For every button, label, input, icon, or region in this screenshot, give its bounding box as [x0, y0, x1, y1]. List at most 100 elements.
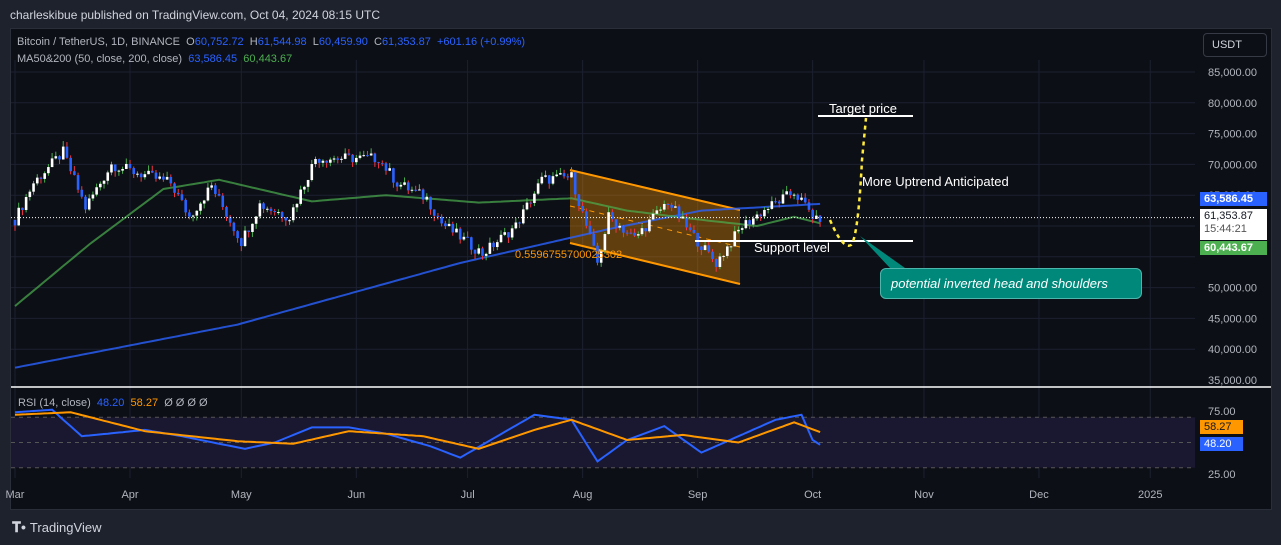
candle-body [462, 236, 466, 240]
candle-body [740, 228, 744, 230]
candle-body [195, 210, 199, 216]
candle-body [84, 196, 87, 210]
candle-body [614, 219, 618, 228]
y-tick-label: 80,000.00 [1208, 98, 1257, 110]
candle-body [380, 163, 384, 165]
ma-blue-value: 63,586.45 [188, 53, 238, 65]
tradingview-footer[interactable]: 𝐓• TradingView [12, 519, 101, 536]
candle-body [355, 157, 358, 163]
candle-body [362, 155, 366, 157]
support-level-label[interactable]: Support level [754, 240, 830, 255]
candle-body [789, 191, 792, 196]
ma-label: MA50&200 (50, close, 200, close) [17, 53, 183, 65]
candle-body [184, 199, 187, 213]
y-tick-label: 40,000.00 [1208, 344, 1257, 356]
candle-body [458, 228, 462, 240]
candle-body [202, 200, 206, 204]
candle-body [770, 201, 774, 209]
x-tick-label: Jun [347, 489, 365, 501]
candle-body [136, 173, 139, 175]
candle-body [640, 228, 644, 235]
candle-body [451, 223, 455, 233]
candle-body [726, 246, 729, 256]
candle-body [636, 234, 640, 236]
x-tick-label: Nov [914, 489, 934, 501]
candle-body [143, 174, 147, 178]
candle-body [236, 231, 239, 239]
candle-body [325, 160, 328, 163]
candle-body [410, 189, 414, 191]
candle-body [755, 214, 759, 219]
candle-body [611, 212, 614, 220]
candle-body [39, 177, 43, 179]
candle-body [392, 168, 395, 183]
fib-value-label: 0.5596755700025302 [515, 249, 623, 261]
candle-body [54, 156, 58, 159]
candle-body [269, 208, 273, 211]
candle-body [807, 202, 811, 210]
candle-body [711, 251, 714, 260]
candle-body [562, 173, 566, 177]
candle-body [17, 207, 21, 226]
uptrend-label[interactable]: More Uptrend Anticipated [862, 174, 1009, 189]
candle-body [329, 159, 332, 163]
low-value: 60,459.90 [318, 36, 368, 48]
candle-body [585, 211, 588, 226]
candle-body [737, 229, 740, 232]
symbol-name: Bitcoin / TetherUS, 1D, BINANCE [17, 36, 181, 48]
candle-body [763, 209, 766, 217]
candle-body [65, 146, 69, 158]
channel-fill [570, 170, 740, 284]
candle-body [117, 170, 121, 172]
candle-body [529, 202, 532, 204]
candle-body [147, 170, 150, 175]
callout-inverted-head-shoulders[interactable]: potential inverted head and shoulders [880, 268, 1142, 299]
candle-body [366, 155, 369, 157]
candle-body [191, 215, 195, 217]
ma-legend[interactable]: MA50&200 (50, close, 200, close) 63,586.… [17, 53, 292, 65]
candle-body [91, 194, 95, 199]
candle-body [418, 189, 421, 191]
target-price-label[interactable]: Target price [829, 101, 897, 116]
high-value: 61,544.98 [257, 36, 307, 48]
candle-body [406, 182, 410, 191]
candle-body [785, 191, 788, 195]
currency-button[interactable]: USDT [1203, 33, 1267, 57]
candle-body [544, 175, 547, 177]
candle-body [662, 203, 666, 210]
candle-body [128, 163, 132, 169]
candle-body [603, 234, 607, 251]
candle-body [21, 207, 24, 210]
rsi-tick-label: 75.00 [1208, 406, 1236, 418]
candle-body [262, 203, 265, 209]
symbol-legend: Bitcoin / TetherUS, 1D, BINANCE O60,752.… [17, 36, 525, 48]
candle-body [707, 245, 711, 252]
candle-body [481, 248, 484, 256]
candle-body [58, 156, 61, 160]
candle-body [432, 209, 436, 216]
candle-body [35, 177, 39, 184]
rsi-value: 48.20 [96, 397, 125, 409]
candle-body [507, 232, 510, 238]
candle-body [340, 158, 343, 160]
x-tick-label: Sep [688, 489, 708, 501]
candle-body [87, 198, 91, 210]
candle-body [258, 203, 262, 217]
candle-body [540, 176, 544, 184]
candle-body [625, 232, 629, 234]
candle-body [714, 259, 718, 267]
candle-body [518, 222, 521, 224]
candle-body [733, 231, 737, 247]
candle-body [180, 194, 184, 200]
candle-body [99, 183, 102, 188]
x-tick-label: Oct [804, 489, 821, 501]
candle-body [536, 183, 540, 194]
candle-body [622, 225, 625, 233]
tradingview-logo-icon: 𝐓• [12, 519, 26, 535]
x-tick-label: Jul [461, 489, 475, 501]
rsi-legend[interactable]: RSI (14, close) 48.20 58.27 Ø Ø Ø Ø [18, 397, 208, 409]
candle-body [280, 212, 284, 218]
candle-body [759, 214, 763, 217]
candle-body [414, 189, 417, 191]
candle-body [251, 223, 254, 232]
